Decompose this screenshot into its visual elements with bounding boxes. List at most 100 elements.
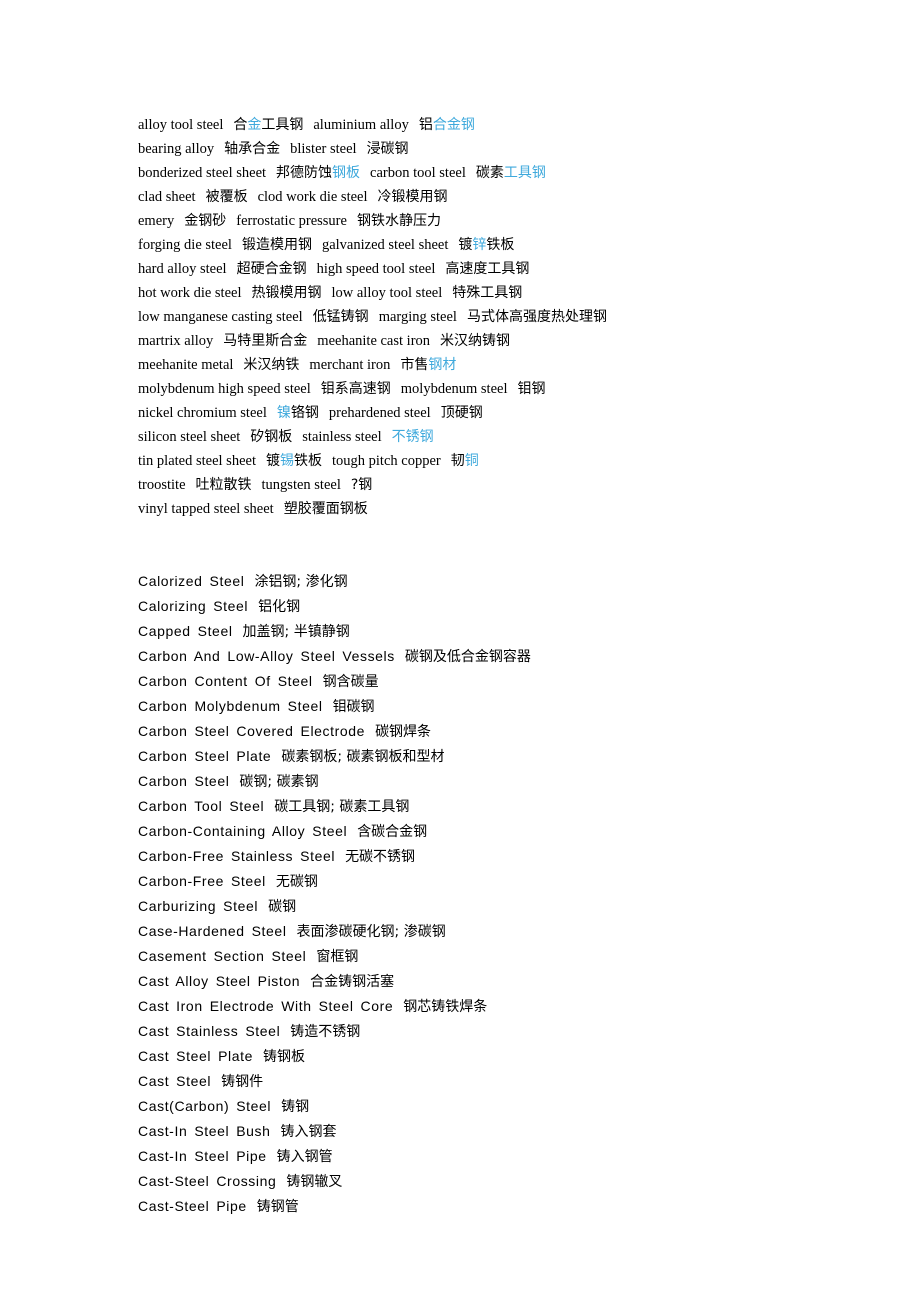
entry-english-term: Cast Steel Plate: [138, 1048, 253, 1064]
chinese-term: 顶硬钢: [440, 405, 483, 421]
entry-english-term: Casement Section Steel: [138, 948, 307, 964]
entry-english-term: Carbon Tool Steel: [138, 798, 265, 814]
chinese-term: 钼系高速钢: [320, 381, 391, 397]
entry-english-term: Cast-Steel Crossing: [138, 1173, 277, 1189]
english-term: nickel chromium steel: [138, 405, 267, 421]
chinese-term: 碳素: [475, 165, 504, 181]
entry-chinese-term: 铸入钢管: [276, 1149, 333, 1165]
entry-english-term: Calorized Steel: [138, 573, 245, 589]
english-term: molybdenum steel: [400, 381, 508, 397]
entry-english-term: Cast Stainless Steel: [138, 1023, 281, 1039]
chinese-term: 特殊工具钢: [452, 285, 523, 301]
english-term: molybdenum high speed steel: [138, 381, 311, 397]
entry-chinese-term: 铝化钢: [258, 599, 301, 615]
glossary-line: hot work die steel 热锻模用钢 low alloy tool st…: [138, 281, 798, 305]
english-term: prehardened steel: [328, 405, 431, 421]
entry-chinese-term: 表面渗碳硬化钢; 渗碳钢: [296, 924, 446, 940]
entry-english-term: Carbon Molybdenum Steel: [138, 698, 323, 714]
chinese-term: 轴承合金: [224, 141, 281, 157]
english-term: tough pitch copper: [331, 453, 441, 469]
entry-chinese-term: 钢含碳量: [322, 674, 379, 690]
glossary-line: low manganese casting steel 低锰铸钢 marging s…: [138, 305, 798, 329]
entry-english-term: Carbon Steel Plate: [138, 748, 272, 764]
entry-chinese-term: 涂铝钢; 渗化钢: [254, 574, 348, 590]
glossary-line: tin plated steel sheet 镀锡铁板 tough pitch co…: [138, 449, 798, 473]
chinese-term-highlighted: 钢板: [332, 165, 361, 181]
glossary-line: hard alloy steel 超硬合金钢 high speed tool ste…: [138, 257, 798, 281]
entry-line: Carbon Content Of Steel 钢含碳量: [138, 669, 798, 694]
entry-line: Cast-In Steel Bush 铸入钢套: [138, 1119, 798, 1144]
entry-chinese-term: 铸入钢套: [280, 1124, 337, 1140]
chinese-term: 被覆板: [205, 189, 248, 205]
glossary-line: emery 金钢砂 ferrostatic pressure 钢铁水静压力: [138, 209, 798, 233]
entry-chinese-term: 加盖钢; 半镇静钢: [242, 624, 350, 640]
english-term: vinyl tapped steel sheet: [138, 501, 274, 517]
entry-english-term: Carbon-Free Stainless Steel: [138, 848, 336, 864]
entry-line: Carbon Tool Steel 碳工具钢; 碳素工具钢: [138, 794, 798, 819]
chinese-term: 锻造模用钢: [241, 237, 312, 253]
chinese-term: 浸碳钢: [366, 141, 409, 157]
entry-english-term: Cast-In Steel Pipe: [138, 1148, 267, 1164]
entry-line: Carbon-Free Stainless Steel 无碳不锈钢: [138, 844, 798, 869]
entry-chinese-term: 铸钢管: [256, 1199, 299, 1215]
entry-chinese-term: 无碳钢: [275, 874, 318, 890]
chinese-term: 高速度工具钢: [445, 261, 530, 277]
entry-english-term: Calorizing Steel: [138, 598, 249, 614]
entry-chinese-term: 铸钢件: [221, 1074, 264, 1090]
chinese-term: 矽钢板: [250, 429, 293, 445]
entry-english-term: Carbon-Free Steel: [138, 873, 266, 889]
english-term: stainless steel: [302, 429, 382, 445]
entry-english-term: Cast-In Steel Bush: [138, 1123, 271, 1139]
chinese-term-highlighted: 锡: [279, 453, 294, 469]
entry-english-term: Case-Hardened Steel: [138, 923, 287, 939]
english-term: silicon steel sheet: [138, 429, 241, 445]
entry-line: Cast-Steel Pipe 铸钢管: [138, 1194, 798, 1219]
glossary-line: alloy tool steel 合金工具钢 aluminium alloy 铝合金钢: [138, 113, 798, 137]
entry-line: Cast-In Steel Pipe 铸入钢管: [138, 1144, 798, 1169]
entry-chinese-term: 铸钢辙叉: [286, 1174, 343, 1190]
entry-line: Cast Alloy Steel Piston 合金铸钢活塞: [138, 969, 798, 994]
entry-line: Carbon And Low-Alloy Steel Vessels 碳钢及低合金…: [138, 644, 798, 669]
chinese-term: 低锰铸钢: [312, 309, 369, 325]
entry-english-term: Capped Steel: [138, 623, 233, 639]
chinese-term: ?钢: [350, 477, 373, 493]
entry-chinese-term: 碳工具钢; 碳素工具钢: [274, 799, 410, 815]
entry-english-term: Cast Steel: [138, 1073, 212, 1089]
entry-chinese-term: 碳钢及低合金钢容器: [404, 649, 531, 665]
document-content: alloy tool steel 合金工具钢 aluminium alloy 铝合金钢…: [138, 113, 798, 1219]
english-term: martrix alloy: [138, 333, 214, 349]
entry-line: Carbon Steel 碳钢; 碳素钢: [138, 769, 798, 794]
english-term: bearing alloy: [138, 141, 215, 157]
entry-line: Calorized Steel 涂铝钢; 渗化钢: [138, 569, 798, 594]
chinese-term-highlighted: 不锈钢: [391, 429, 434, 445]
glossary-line: nickel chromium steel 镍铬钢 prehardened stee…: [138, 401, 798, 425]
english-term: low alloy tool steel: [331, 285, 443, 301]
entry-line: Capped Steel 加盖钢; 半镇静钢: [138, 619, 798, 644]
entry-english-term: Cast(Carbon) Steel: [138, 1098, 272, 1114]
entry-english-term: Carbon And Low-Alloy Steel Vessels: [138, 648, 395, 664]
chinese-term: 米汉纳铁: [243, 357, 300, 373]
serif-glossary-section: alloy tool steel 合金工具钢 aluminium alloy 铝合金钢…: [138, 113, 798, 521]
entry-line: Cast Iron Electrode With Steel Core 钢芯铸铁焊…: [138, 994, 798, 1019]
entry-chinese-term: 铸造不锈钢: [290, 1024, 361, 1040]
entry-line: Cast-Steel Crossing 铸钢辙叉: [138, 1169, 798, 1194]
chinese-term: 超硬合金钢: [236, 261, 307, 277]
glossary-line: meehanite metal 米汉纳铁 merchant iron 市售钢材: [138, 353, 798, 377]
entry-line: Cast Steel 铸钢件: [138, 1069, 798, 1094]
chinese-term: 铬钢: [290, 405, 319, 421]
glossary-line: bonderized steel sheet 邦德防蚀钢板 carbon tool …: [138, 161, 798, 185]
glossary-line: troostite 吐粒散铁 tungsten steel ?钢: [138, 473, 798, 497]
entry-chinese-term: 钼碳钢: [332, 699, 375, 715]
entry-line: Cast(Carbon) Steel 铸钢: [138, 1094, 798, 1119]
chinese-term: 吐粒散铁: [195, 477, 252, 493]
chinese-term: 铁板: [486, 237, 515, 253]
english-term: meehanite cast iron: [317, 333, 431, 349]
chinese-term: 钼钢: [517, 381, 546, 397]
entry-chinese-term: 合金铸钢活塞: [310, 974, 395, 990]
english-term: clod work die steel: [257, 189, 368, 205]
entry-line: Carbon Steel Covered Electrode 碳钢焊条: [138, 719, 798, 744]
chinese-term: 合: [233, 117, 248, 133]
entry-line: Cast Stainless Steel 铸造不锈钢: [138, 1019, 798, 1044]
chinese-term: 塑胶覆面钢板: [283, 501, 368, 517]
entry-line: Cast Steel Plate 铸钢板: [138, 1044, 798, 1069]
